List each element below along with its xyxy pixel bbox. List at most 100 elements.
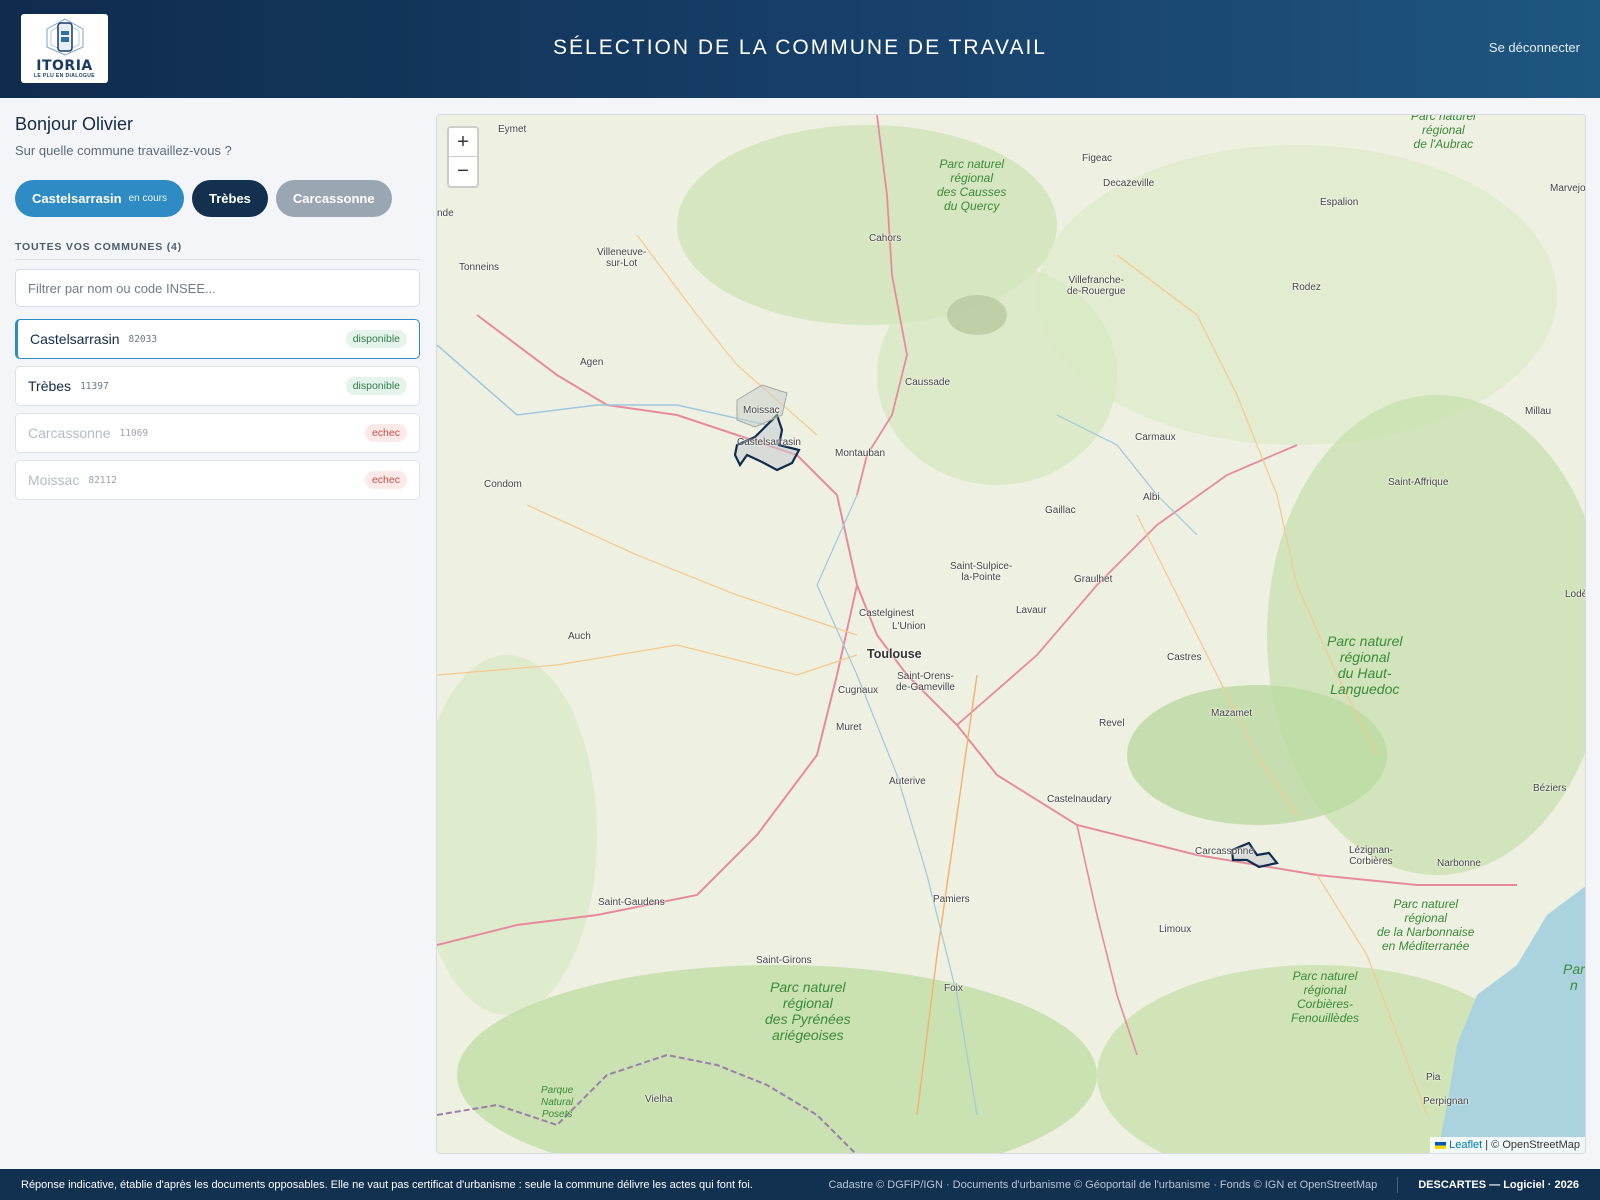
map-label: Castelnaudary	[1047, 794, 1112, 805]
pill-trebes[interactable]: Trèbes	[191, 180, 268, 217]
map-label: Cugnaux	[838, 685, 879, 696]
pill-label: Trèbes	[208, 191, 251, 206]
commune-sidebar: Bonjour Olivier Sur quelle commune trava…	[15, 114, 420, 507]
map-label: Caussade	[905, 377, 951, 388]
current-tag: en cours	[128, 193, 167, 204]
map-label: nde	[437, 208, 454, 219]
map-label: Montauban	[835, 448, 886, 459]
map-label: Revel	[1099, 718, 1125, 729]
zoom-out-button[interactable]: −	[449, 157, 477, 186]
map-label: Millau	[1525, 406, 1552, 417]
map-label: Albi	[1143, 492, 1160, 503]
park-label: Parc naturel régional du Haut- Languedoc	[1327, 633, 1403, 697]
ukraine-flag-icon	[1435, 1141, 1447, 1149]
map-label: Mazamet	[1211, 708, 1253, 719]
map-label: Villefranche- de-Rouergue	[1067, 275, 1126, 297]
brand-label: DESCARTES — Logiciel · 2026	[1418, 1178, 1579, 1191]
map-label: Castres	[1167, 652, 1202, 663]
logo-tagline: LE PLU EN DIALOGUE	[33, 73, 96, 79]
map-label: Lavaur	[1016, 605, 1047, 616]
park-label: Parque Natural Posets	[541, 1085, 574, 1120]
map-label: Figeac	[1082, 153, 1113, 164]
map-label: Eymet	[498, 124, 527, 135]
park-label: Par n	[1563, 961, 1585, 993]
app-footer: Réponse indicative, établie d'après les …	[0, 1169, 1600, 1200]
park-label: Parc naturel régional Corbières- Fenouil…	[1291, 969, 1360, 1025]
park-label: Parc naturel régional des Causses du Que…	[937, 157, 1007, 213]
page-title: SÉLECTION DE LA COMMUNE DE TRAVAIL	[553, 36, 1047, 59]
question-text: Sur quelle commune travaillez-vous ?	[15, 143, 232, 158]
commune-code: 82112	[88, 474, 117, 486]
legal-disclaimer: Réponse indicative, établie d'après les …	[21, 1178, 753, 1191]
park-label: Parc naturel régional de la Narbonnaise …	[1377, 897, 1475, 953]
map-label: Pamiers	[933, 894, 970, 905]
map-label: Marvejols	[1550, 183, 1586, 194]
map-label: Condom	[484, 479, 522, 490]
commune-name: Castelsarrasin	[30, 331, 120, 347]
map-label: Perpignan	[1423, 1096, 1469, 1107]
map-label: Saint-Affrique	[1388, 477, 1449, 488]
commune-code: 11069	[119, 427, 149, 439]
map-label: Castelsarrasin	[737, 437, 801, 448]
map-label: Lézignan- Corbières	[1349, 845, 1393, 867]
osm-link[interactable]: © OpenStreetMap	[1491, 1139, 1580, 1151]
map-label: Toulouse	[867, 647, 922, 661]
map-label: Pia	[1426, 1072, 1441, 1083]
map-label: Saint-Orens- de-Gameville	[896, 671, 955, 693]
commune-name: Trèbes	[28, 378, 72, 394]
commune-item: Moissac 82112 echec	[15, 460, 420, 500]
map-label: Vielha	[645, 1094, 673, 1105]
map-view[interactable]: + − Eymet Figeac Decazeville Espalion Ma…	[436, 114, 1586, 1154]
map-label: Villeneuve- sur-Lot	[597, 247, 647, 269]
greeting: Bonjour Olivier	[15, 114, 134, 134]
commune-item[interactable]: Trèbes 11397 disponible	[15, 366, 420, 406]
footer-divider	[1397, 1176, 1399, 1193]
map-label: Auch	[568, 631, 591, 642]
section-title: TOUTES VOS COMMUNES (4)	[15, 241, 420, 260]
map-tiles[interactable]	[437, 115, 1586, 1154]
status-badge: disponible	[345, 330, 407, 348]
pill-carcassonne[interactable]: Carcassonne	[275, 180, 392, 217]
map-label: Saint-Sulpice- la-Pointe	[950, 561, 1013, 583]
map-label: L'Union	[892, 621, 926, 632]
commune-filter-input[interactable]	[15, 269, 420, 307]
park-label: Parc naturel régional de l'Aubrac	[1411, 114, 1476, 151]
app-header: ITORIA LE PLU EN DIALOGUE SÉLECTION DE L…	[0, 0, 1600, 98]
map-label: Auterive	[889, 776, 926, 787]
map-label: Muret	[836, 722, 862, 733]
map-label: Saint-Girons	[756, 955, 812, 966]
zoom-in-button[interactable]: +	[449, 128, 477, 157]
zoom-control: + −	[447, 126, 479, 188]
pill-castelsarrasin[interactable]: Castelsarrasin en cours	[15, 180, 184, 217]
status-badge: echec	[364, 424, 407, 442]
map-label: Agen	[580, 357, 604, 368]
commune-code: 11397	[80, 380, 109, 392]
map-label: Espalion	[1320, 197, 1359, 208]
commune-item: Carcassonne 11069 echec	[15, 413, 420, 453]
park-label: Parc naturel régional des Pyrénées ariég…	[765, 979, 851, 1043]
map-label: Limoux	[1159, 924, 1192, 935]
map-label: Tonneins	[459, 262, 500, 273]
status-badge: disponible	[345, 377, 407, 395]
map-label: Saint-Gaudens	[598, 897, 665, 908]
map-label: Carmaux	[1135, 432, 1176, 443]
commune-code: 82033	[128, 333, 158, 345]
map-label: Graulhet	[1074, 574, 1113, 585]
attribution-separator: |	[1485, 1139, 1489, 1151]
commune-item[interactable]: Castelsarrasin 82033 disponible	[15, 319, 420, 359]
commune-name: Carcassonne	[28, 425, 111, 441]
map-label: Gaillac	[1045, 505, 1076, 516]
leaflet-link[interactable]: Leaflet	[1449, 1139, 1482, 1151]
map-label: Béziers	[1533, 783, 1567, 794]
map-label: Lodè	[1565, 589, 1586, 600]
map-label: Carcassonne	[1195, 846, 1254, 857]
map-label: Decazeville	[1103, 178, 1155, 189]
pill-label: Carcassonne	[292, 191, 375, 206]
map-label: Castelginest	[859, 608, 915, 619]
logo-text: ITORIA	[36, 58, 93, 74]
map-label: Foix	[944, 983, 963, 994]
map-label: Cahors	[869, 233, 902, 244]
pill-label: Castelsarrasin	[32, 191, 122, 206]
status-badge: echec	[364, 471, 407, 489]
logout-link[interactable]: Se déconnecter	[1489, 40, 1580, 55]
